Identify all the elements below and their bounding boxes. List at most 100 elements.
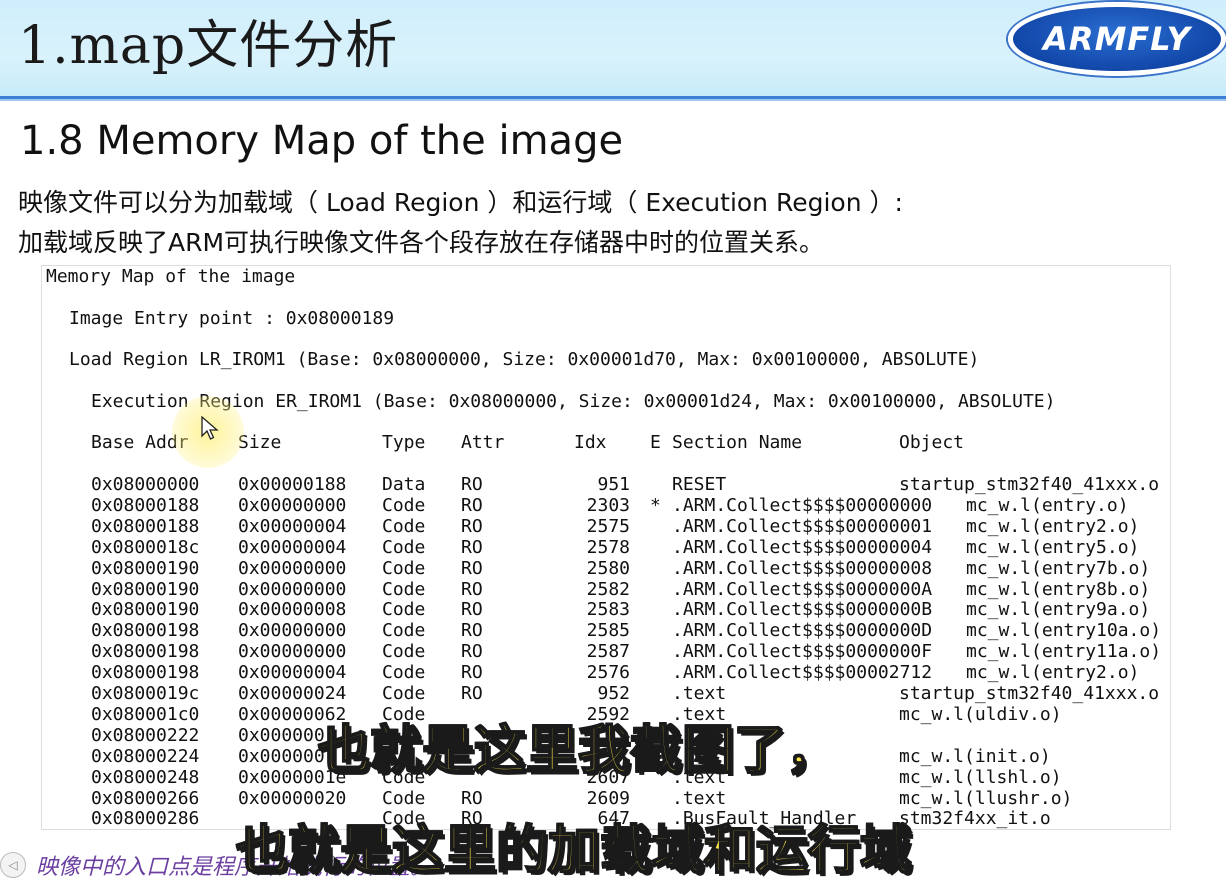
cell-idx: 951	[597, 474, 630, 495]
cell-object: mc_w.l(entry8b.o)	[966, 578, 1151, 600]
table-row: 0x08000000 0x00000188 Data RO 951 RESET startu…	[42, 474, 1170, 495]
cell-section-name: .ARM.Collect$$$$00000001	[672, 515, 933, 537]
cell-base-addr: 0x0800018c	[91, 536, 200, 558]
column-header-section: Section Name	[672, 432, 803, 453]
cell-idx: 2303	[586, 494, 630, 516]
cell-attr: RO	[461, 557, 483, 579]
table-row: 0x08000190 0x00000000 Code RO 2580 .ARM.Colle…	[42, 558, 1170, 579]
cell-object: mc_w.l(init.o)	[899, 745, 1051, 767]
cell-base-addr: 0x08000198	[91, 662, 200, 684]
table-row: 0x0800019c 0x00000024 Code RO 952 .text startu…	[42, 683, 1170, 704]
cell-size: 0x00000000	[238, 620, 347, 642]
cell-object: mc_w.l(llshl.o)	[899, 766, 1062, 788]
cell-base-addr: 0x0800019c	[91, 683, 200, 704]
cell-attr: RO	[461, 787, 483, 809]
column-header-type: Type	[382, 432, 426, 453]
cell-attr: RO	[461, 474, 483, 495]
table-row: 0x0800018c 0x00000004 Code RO 2578 .ARM.Colle…	[42, 537, 1170, 558]
subtitle-caption-line-1: 也就是这里我截图了，	[317, 720, 839, 782]
cell-attr: RO	[461, 599, 483, 621]
cell-size: 0x00000020	[238, 787, 347, 809]
armfly-logo: ARMFLY	[1008, 2, 1226, 76]
cell-section-name: .ARM.Collect$$$$0000000B	[672, 599, 933, 621]
cell-base-addr: 0x080001c0	[91, 703, 200, 725]
cell-type: Code	[382, 515, 426, 537]
entry-point-line: Image Entry point : 0x08000189	[69, 308, 395, 329]
cell-idx: 2583	[586, 599, 630, 621]
cell-object: mc_w.l(entry10a.o)	[966, 620, 1162, 642]
cell-type: Code	[382, 641, 426, 663]
cell-size: 0x00000000	[238, 578, 347, 600]
column-header-attr: Attr	[461, 432, 505, 453]
cell-idx: 2585	[586, 620, 630, 642]
cell-base-addr: 0x08000266	[91, 787, 200, 809]
cell-section-name: .text	[672, 787, 727, 809]
logo-text: ARMFLY	[1043, 20, 1191, 58]
cell-type: Code	[382, 536, 426, 558]
column-header-e: E	[650, 432, 661, 453]
cell-base-addr: 0x08000188	[91, 515, 200, 537]
cell-object: startup_stm32f40_41xxx.o	[899, 683, 1160, 704]
cell-type: Code	[382, 620, 426, 642]
cell-attr: RO	[461, 620, 483, 642]
table-row: 0x08000198 0x00000000 Code RO 2587 .ARM.Colle…	[42, 641, 1170, 662]
cell-section-name: .ARM.Collect$$$$00000004	[672, 536, 933, 558]
load-region-line: Load Region LR_IROM1 (Base: 0x08000000, …	[69, 349, 980, 370]
cell-base-addr: 0x08000198	[91, 620, 200, 642]
cell-section-name: .ARM.Collect$$$$00000000	[672, 494, 933, 516]
cell-type: Code	[382, 578, 426, 600]
cell-object: mc_w.l(entry5.o)	[966, 536, 1140, 558]
cell-section-name: RESET	[672, 474, 727, 495]
cell-section-name: .ARM.Collect$$$$00002712	[672, 662, 933, 684]
cell-object: startup_stm32f40_41xxx.o	[899, 474, 1160, 495]
cell-idx: 2580	[586, 557, 630, 579]
cell-base-addr: 0x08000286	[91, 808, 200, 830]
cell-base-addr: 0x08000190	[91, 599, 200, 621]
cell-idx: 2578	[586, 536, 630, 558]
cell-size: 0x000000	[238, 745, 325, 767]
cell-idx: 952	[597, 683, 630, 704]
cell-section-name: .ARM.Collect$$$$0000000A	[672, 578, 933, 600]
cell-idx: 2576	[586, 662, 630, 684]
cell-idx: 2609	[586, 787, 630, 809]
cell-size: 0x000000	[238, 724, 325, 746]
cell-size: 0x00000188	[238, 474, 347, 495]
cell-object: mc_w.l(entry7b.o)	[966, 557, 1151, 579]
cell-idx: 2587	[586, 641, 630, 663]
cell-base-addr: 0x08000000	[91, 474, 200, 495]
cell-type: Code	[382, 557, 426, 579]
cell-object: mc_w.l(entry9a.o)	[966, 599, 1151, 621]
cell-size: 0x00000000	[238, 494, 347, 516]
table-row: 0x08000190 0x00000000 Code RO 2582 .ARM.Colle…	[42, 579, 1170, 600]
cell-object: mc_w.l(llushr.o)	[899, 787, 1073, 809]
cell-attr: RO	[461, 641, 483, 663]
column-header-size: Size	[238, 432, 282, 453]
cell-object: mc_w.l(entry2.o)	[966, 662, 1140, 684]
cell-base-addr: 0x08000190	[91, 578, 200, 600]
cell-type: Code	[382, 494, 426, 516]
column-header-idx: Idx	[574, 432, 607, 453]
cell-attr: RO	[461, 494, 483, 516]
column-header-object: Object	[899, 432, 965, 453]
cell-base-addr: 0x08000190	[91, 557, 200, 579]
cell-section-name: .ARM.Collect$$$$0000000D	[672, 620, 933, 642]
previous-slide-icon[interactable]: ◁	[0, 852, 26, 878]
cell-attr: RO	[461, 536, 483, 558]
cell-base-addr: 0x08000248	[91, 766, 200, 788]
table-row: 0x08000188 0x00000004 Code RO 2575 .ARM.Colle…	[42, 516, 1170, 537]
section-heading: 1.8 Memory Map of the image	[20, 118, 624, 164]
cell-base-addr: 0x08000224	[91, 745, 200, 767]
cell-size: 0x00000024	[238, 683, 347, 704]
subtitle-caption-line-2: 也就是这里的加载域和运行域	[235, 820, 913, 882]
cell-section-name: .ARM.Collect$$$$0000000F	[672, 641, 933, 663]
table-row: 0x08000198 0x00000004 Code RO 2576 .ARM.Colle…	[42, 662, 1170, 683]
cell-type: Code	[382, 683, 426, 704]
cell-size: 0x00000008	[238, 599, 347, 621]
table-row: 0x08000190 0x00000008 Code RO 2583 .ARM.Colle…	[42, 599, 1170, 620]
table-row: 0x08000188 0x00000000 Code RO 2303 * .ARM.Coll…	[42, 495, 1170, 516]
cell-attr: RO	[461, 662, 483, 684]
cell-type: Data	[382, 474, 426, 495]
cell-base-addr: 0x08000222	[91, 724, 200, 746]
cell-size: 0x00000000	[238, 641, 347, 663]
cell-idx: 2582	[586, 578, 630, 600]
